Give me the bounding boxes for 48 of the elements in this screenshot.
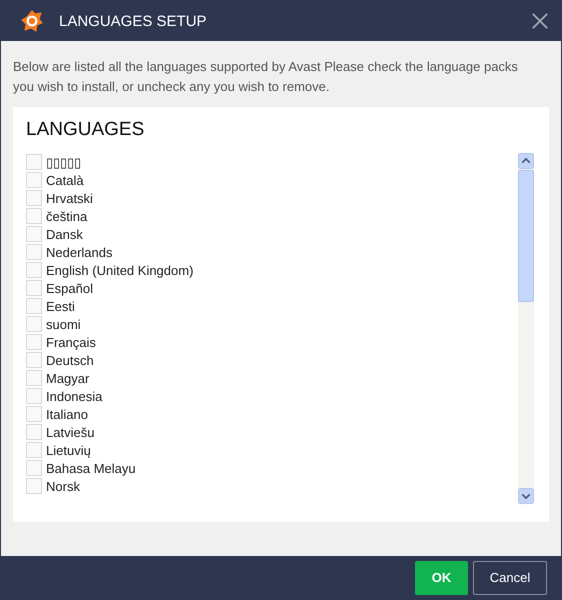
intro-text: Below are listed all the languages supported by Avast Please check the language packs you wish to install, or uncheck any you wish to remove.: [13, 58, 519, 96]
checkbox[interactable]: [26, 244, 42, 260]
checkbox[interactable]: [26, 298, 42, 314]
window-title: LANGUAGES SETUP: [59, 12, 208, 30]
scroll-up-button[interactable]: [518, 153, 534, 169]
scrollbar[interactable]: [518, 153, 534, 504]
checkbox[interactable]: [26, 370, 42, 386]
language-label[interactable]: čeština: [46, 208, 88, 224]
language-label[interactable]: Magyar: [46, 370, 90, 386]
language-label[interactable]: English (United Kingdom): [46, 262, 194, 278]
language-label[interactable]: Español: [46, 280, 93, 296]
language-label[interactable]: Deutsch: [46, 352, 94, 368]
language-label[interactable]: suomi: [46, 316, 81, 332]
checkbox[interactable]: [26, 154, 42, 170]
language-label[interactable]: ▯▯▯▯▯: [46, 154, 81, 170]
scroll-down-button[interactable]: [518, 488, 534, 504]
checkbox[interactable]: [26, 262, 42, 278]
language-label[interactable]: Italiano: [46, 406, 88, 422]
checkbox[interactable]: [26, 208, 42, 224]
logo-icon: [19, 8, 45, 34]
checkbox[interactable]: [26, 280, 42, 296]
language-label[interactable]: Norsk: [46, 478, 80, 494]
checkbox[interactable]: [26, 190, 42, 206]
checkbox[interactable]: [26, 352, 42, 368]
checkbox[interactable]: [26, 478, 42, 494]
language-label[interactable]: Français: [46, 334, 96, 350]
language-label[interactable]: Lietuvių: [46, 442, 91, 458]
language-label[interactable]: Dansk: [46, 226, 83, 242]
checkbox[interactable]: [26, 424, 42, 440]
cancel-button[interactable]: Cancel: [473, 560, 547, 594]
checkbox[interactable]: [26, 388, 42, 404]
language-label[interactable]: Nederlands: [46, 244, 112, 260]
language-label[interactable]: Hrvatski: [46, 190, 93, 206]
close-icon[interactable]: [531, 12, 549, 30]
checkbox[interactable]: [26, 316, 42, 332]
panel-heading: LANGUAGES: [26, 119, 146, 141]
checkbox[interactable]: [26, 334, 42, 350]
checkbox[interactable]: [26, 226, 42, 242]
language-label[interactable]: Bahasa Melayu: [46, 460, 136, 476]
checkbox[interactable]: [26, 442, 42, 458]
language-label[interactable]: Eesti: [46, 298, 75, 314]
checkbox[interactable]: [26, 460, 42, 476]
scroll-thumb[interactable]: [518, 170, 534, 302]
language-label[interactable]: Català: [46, 172, 84, 188]
language-label[interactable]: Indonesia: [46, 388, 102, 404]
language-label[interactable]: Latviešu: [46, 424, 94, 440]
checkbox[interactable]: [26, 406, 42, 422]
checkbox[interactable]: [26, 172, 42, 188]
